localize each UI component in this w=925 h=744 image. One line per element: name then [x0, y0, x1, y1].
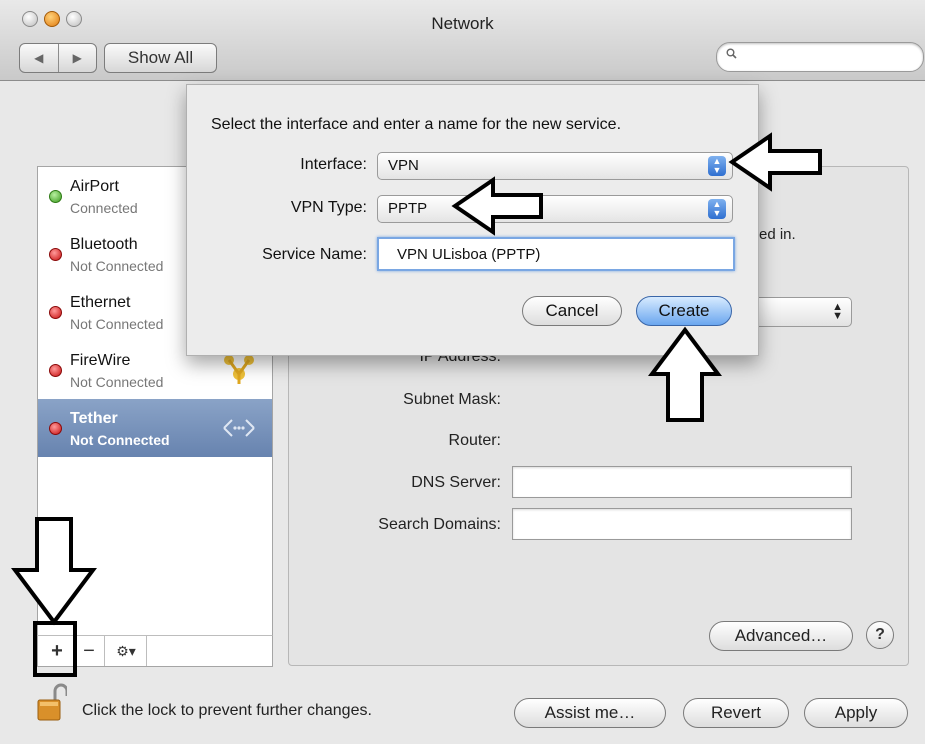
revert-button[interactable]: Revert — [683, 698, 789, 728]
service-item-tether[interactable]: Tether Not Connected — [38, 399, 272, 457]
service-name-input[interactable] — [379, 239, 733, 269]
interface-popup[interactable]: VPN ▲ ▼ — [377, 152, 733, 180]
forward-arrow-icon[interactable]: ▶ — [57, 44, 97, 72]
service-name: FireWire — [70, 352, 131, 369]
help-button[interactable]: ? — [866, 621, 894, 649]
highlight-box-icon — [33, 621, 77, 677]
status-dot-icon — [49, 364, 62, 377]
sheet-prompt: Select the interface and enter a name fo… — [211, 116, 622, 133]
arrow-up-icon — [648, 326, 722, 422]
vpn-type-label: VPN Type: — [290, 199, 367, 216]
toolbar: Network ◀ ▶ Show All — [0, 0, 925, 81]
service-status: Not Connected — [70, 258, 164, 274]
lock-message: Click the lock to prevent further change… — [82, 702, 372, 719]
stepper-icon: ▲ ▼ — [832, 301, 843, 322]
status-dot-icon — [49, 422, 62, 435]
service-status: Not Connected — [70, 432, 170, 448]
dns-server-field[interactable] — [512, 466, 852, 498]
search-domains-field[interactable] — [512, 508, 852, 540]
service-status: Connected — [70, 200, 138, 216]
service-name: Bluetooth — [70, 236, 138, 253]
arrow-left-icon — [451, 176, 543, 236]
network-preferences-window: Network ◀ ▶ Show All AirPort Connected B… — [0, 0, 925, 744]
interface-label: Interface: — [300, 156, 367, 173]
router-label: Router: — [448, 432, 501, 449]
window-title: Network — [431, 14, 494, 33]
dns-server-label: DNS Server: — [411, 474, 501, 491]
back-arrow-icon[interactable]: ◀ — [20, 44, 58, 72]
firewire-icon — [220, 351, 258, 389]
status-description-text: ed in. — [759, 226, 796, 243]
status-dot-icon — [49, 190, 62, 203]
lock-icon[interactable] — [37, 682, 67, 722]
interface-value: VPN — [388, 157, 419, 174]
service-name: Tether — [70, 410, 118, 427]
search-icon — [726, 48, 737, 59]
assist-me-button[interactable]: Assist me… — [514, 698, 666, 728]
tether-icon — [220, 409, 258, 447]
service-name: Ethernet — [70, 294, 131, 311]
service-name: AirPort — [70, 178, 119, 195]
service-name-label: Service Name: — [262, 246, 367, 263]
stepper-icon: ▲ ▼ — [708, 199, 726, 219]
remove-service-button[interactable]: − — [76, 636, 102, 666]
show-all-button[interactable]: Show All — [104, 43, 217, 73]
arrow-left-icon — [728, 132, 822, 192]
vpn-type-value: PPTP — [388, 200, 428, 217]
service-status: Not Connected — [70, 316, 164, 332]
service-status: Not Connected — [70, 374, 164, 390]
back-forward-control: ◀ ▶ — [19, 43, 97, 73]
create-button[interactable]: Create — [636, 296, 732, 326]
search-domains-label: Search Domains: — [378, 516, 501, 533]
arrow-down-icon — [11, 517, 97, 626]
stepper-icon: ▲ ▼ — [708, 156, 726, 176]
status-dot-icon — [49, 306, 62, 319]
configure-popup[interactable]: ▲ ▼ — [748, 297, 852, 327]
service-name-field[interactable] — [377, 237, 735, 271]
cancel-button[interactable]: Cancel — [522, 296, 622, 326]
subnet-mask-label: Subnet Mask: — [403, 391, 501, 408]
vpn-type-popup[interactable]: PPTP ▲ ▼ — [377, 195, 733, 223]
search-field[interactable] — [716, 42, 924, 72]
status-dot-icon — [49, 248, 62, 261]
apply-button[interactable]: Apply — [804, 698, 908, 728]
advanced-button[interactable]: Advanced… — [709, 621, 853, 651]
action-gear-button[interactable]: ⚙▾ — [108, 636, 144, 666]
